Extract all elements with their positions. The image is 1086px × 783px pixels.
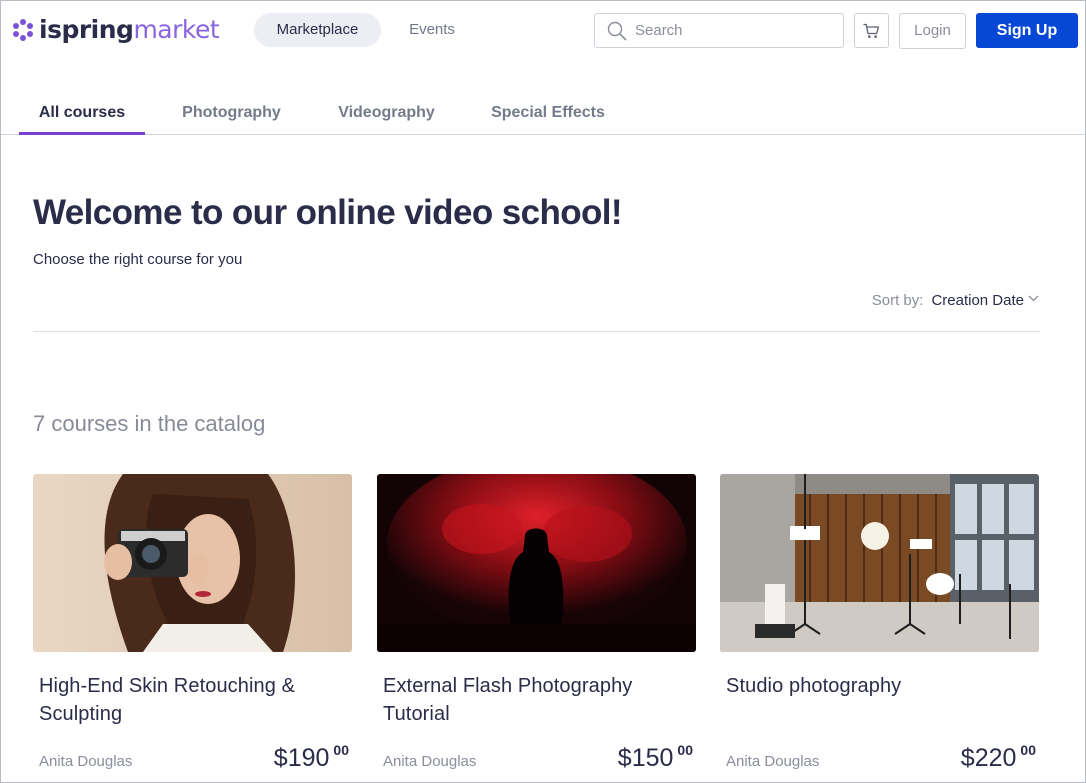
cart-button[interactable] <box>854 13 889 48</box>
divider <box>33 331 1040 332</box>
sort-label: Sort by: <box>871 292 924 309</box>
top-header: ispringmarket Marketplace Events Login S… <box>1 1 1085 61</box>
search-box[interactable] <box>594 13 844 48</box>
logo-text: ispringmarket <box>39 15 220 45</box>
chevron-down-icon <box>1028 295 1039 302</box>
course-card[interactable]: Studio photography Anita Douglas $220 00 <box>720 474 1039 782</box>
tab-videography[interactable]: Videography <box>329 93 444 135</box>
course-price: $220 00 <box>960 742 1036 773</box>
tab-special-effects[interactable]: Special Effects <box>485 93 611 135</box>
price-main: $220 <box>960 744 1017 772</box>
price-cents: 00 <box>677 742 693 758</box>
course-image[interactable] <box>720 474 1039 652</box>
course-title[interactable]: High-End Skin Retouching & Sculpting <box>39 672 339 728</box>
course-price: $190 00 <box>273 742 349 773</box>
nav-marketplace[interactable]: Marketplace <box>254 13 381 47</box>
catalog-count: 7 courses in the catalog <box>33 411 266 436</box>
logo-text-light: market <box>133 15 220 44</box>
category-tabs: All courses Photography Videography Spec… <box>1 93 1085 135</box>
course-author: Anita Douglas <box>383 753 477 770</box>
price-main: $190 <box>273 744 330 772</box>
course-title[interactable]: External Flash Photography Tutorial <box>383 672 683 728</box>
course-author: Anita Douglas <box>39 753 133 770</box>
price-cents: 00 <box>333 742 349 758</box>
page-subtitle: Choose the right course for you <box>33 251 243 268</box>
course-card[interactable]: High-End Skin Retouching & Sculpting Ani… <box>33 474 352 782</box>
ispring-market-logo[interactable]: ispringmarket <box>12 15 220 45</box>
price-cents: 00 <box>1020 742 1036 758</box>
course-image[interactable] <box>33 474 352 652</box>
course-title[interactable]: Studio photography <box>726 672 1026 700</box>
nav-events[interactable]: Events <box>394 13 470 47</box>
course-price: $150 00 <box>617 742 693 773</box>
course-card[interactable]: External Flash Photography Tutorial Anit… <box>377 474 696 782</box>
course-author: Anita Douglas <box>726 753 820 770</box>
sort-value[interactable]: Creation Date <box>931 292 1024 309</box>
cart-icon <box>863 23 880 38</box>
sort-dropdown[interactable]: Sort by: Creation Date <box>872 292 1039 309</box>
tab-photography[interactable]: Photography <box>173 93 290 135</box>
sign-up-button[interactable]: Sign Up <box>976 13 1078 48</box>
price-main: $150 <box>617 744 674 772</box>
course-image[interactable] <box>377 474 696 652</box>
tab-all-courses[interactable]: All courses <box>19 93 145 135</box>
logo-text-bold: ispring <box>39 15 134 44</box>
page-title: Welcome to our online video school! <box>33 193 623 232</box>
search-icon <box>607 21 627 41</box>
search-input[interactable] <box>635 14 835 47</box>
page: ispringmarket Marketplace Events Login S… <box>0 0 1086 783</box>
login-button[interactable]: Login <box>899 13 966 49</box>
logo-flower-icon <box>12 19 34 41</box>
